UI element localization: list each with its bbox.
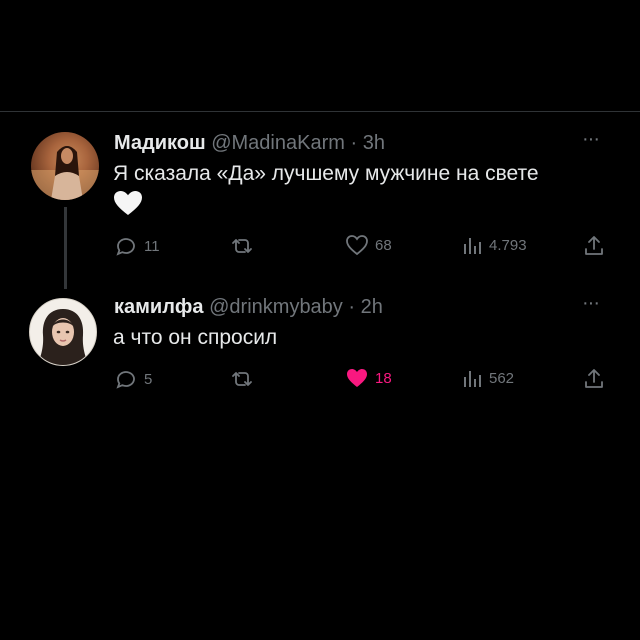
retweet-button[interactable] (229, 234, 255, 258)
reply-count: 5 (144, 370, 153, 388)
white-heart-icon (114, 191, 142, 215)
retweet-button[interactable] (229, 367, 255, 391)
tweet-text: Я сказала «Да» лучшему мужчине на свете (113, 162, 539, 185)
more-icon[interactable]: ··· (582, 292, 600, 315)
views-count: 562 (489, 369, 515, 387)
timestamp[interactable]: 2h (361, 296, 383, 318)
views-icon (464, 238, 481, 254)
views-button[interactable]: 4.793 (461, 234, 527, 256)
retweet-icon (232, 239, 252, 253)
username[interactable]: @drinkmybaby (209, 296, 343, 318)
more-icon[interactable]: ··· (582, 128, 600, 151)
avatar[interactable] (31, 132, 99, 200)
separator-dot: · (348, 296, 356, 318)
timestamp[interactable]: 3h (363, 132, 385, 154)
display-name[interactable]: Мадикош (114, 132, 206, 154)
thread-line (64, 207, 67, 289)
tweet-header: камилфа @drinkmybaby · 2h (114, 296, 383, 319)
share-icon (585, 236, 603, 255)
username[interactable]: @MadinaKarm (211, 132, 345, 154)
views-icon (464, 371, 481, 387)
display-name[interactable]: камилфа (114, 296, 204, 318)
like-count: 18 (375, 369, 392, 387)
tweet-emoji (113, 190, 143, 222)
reply-button[interactable]: 11 (114, 234, 160, 258)
tweet-text: а что он спросил (113, 326, 278, 349)
heart-icon (346, 235, 368, 256)
like-button[interactable]: 68 (345, 234, 392, 256)
views-button[interactable]: 562 (461, 367, 514, 389)
retweet-icon (232, 372, 252, 386)
like-count: 68 (375, 236, 392, 254)
avatar[interactable] (29, 298, 97, 366)
separator-dot: · (350, 132, 358, 154)
heart-icon (347, 369, 367, 387)
like-button[interactable]: 18 (345, 367, 392, 389)
share-button[interactable] (582, 367, 606, 391)
reply-count: 11 (144, 237, 160, 255)
views-count: 4.793 (489, 236, 527, 254)
reply-icon (116, 371, 135, 389)
share-button[interactable] (582, 234, 606, 258)
reply-icon (116, 238, 135, 256)
reply-button[interactable]: 5 (114, 367, 152, 391)
tweet-header: Мадикош @MadinaKarm · 3h (114, 132, 385, 155)
top-divider (0, 111, 640, 112)
share-icon (585, 369, 603, 388)
